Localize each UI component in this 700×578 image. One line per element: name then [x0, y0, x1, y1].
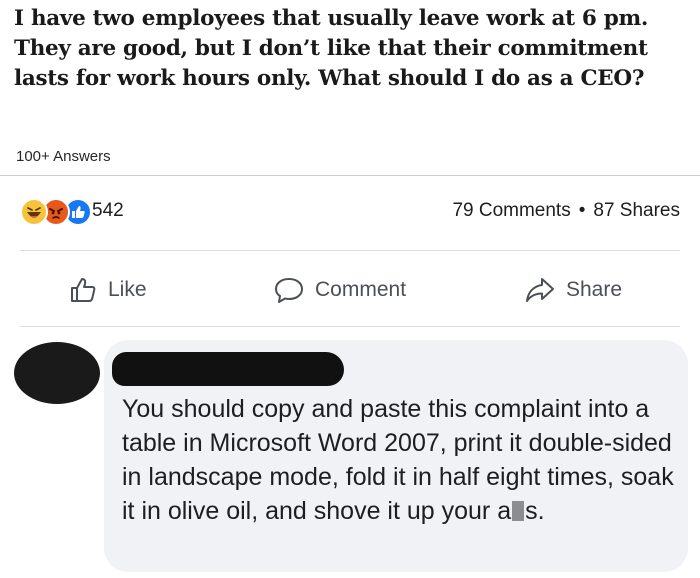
answers-count[interactable]: 100+ Answers [16, 148, 111, 165]
redacted-author-name[interactable] [112, 352, 344, 386]
reaction-count[interactable]: 542 [92, 200, 124, 222]
comment-text-part: You should copy and paste this complaint… [122, 395, 674, 525]
shares-count[interactable]: 87 Shares [593, 200, 680, 221]
separator-dot: • [578, 200, 586, 221]
divider [20, 326, 680, 327]
question-card: I have two employees that usually leave … [0, 0, 700, 176]
avatar[interactable] [14, 342, 100, 404]
comment-bubble: You should copy and paste this complaint… [104, 340, 688, 572]
divider [20, 250, 680, 251]
share-button[interactable]: Share [524, 268, 622, 312]
censor-block [512, 501, 525, 521]
like-button[interactable]: Like [68, 268, 147, 312]
stats-row: 542 79 Comments • 87 Shares [0, 196, 700, 232]
question-title[interactable]: I have two employees that usually leave … [14, 4, 694, 94]
comment-text-part: s. [525, 497, 545, 525]
haha-icon [20, 198, 48, 226]
thumbs-up-icon [71, 278, 96, 302]
comment-text: You should copy and paste this complaint… [122, 392, 677, 528]
comments-count[interactable]: 79 Comments [452, 200, 570, 221]
share-label: Share [566, 278, 623, 301]
share-arrow-icon [526, 278, 554, 302]
speech-bubble-icon [275, 278, 303, 303]
comment-label: Comment [315, 278, 407, 301]
engagement-counts: 79 Comments • 87 Shares [452, 200, 680, 222]
like-label: Like [108, 278, 147, 301]
comment-button[interactable]: Comment [273, 268, 406, 312]
action-bar: Like Comment Share [0, 268, 700, 312]
